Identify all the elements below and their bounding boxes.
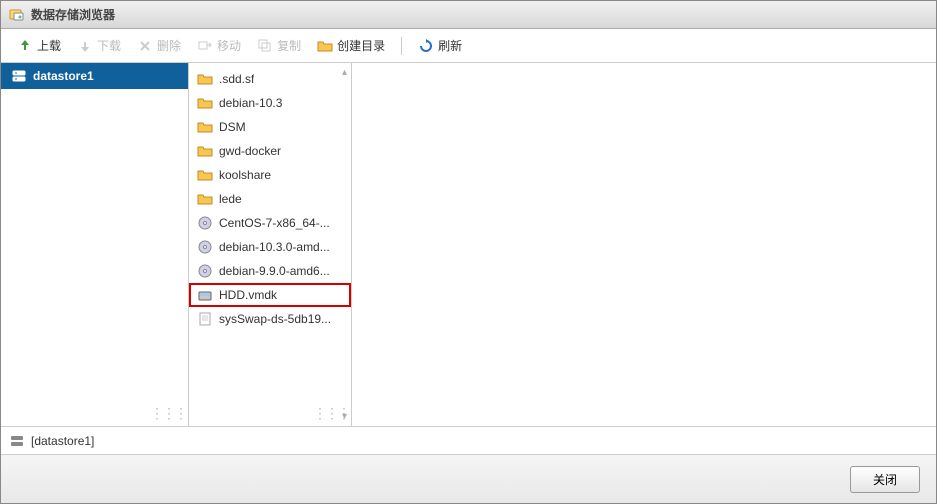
folder-icon	[197, 167, 213, 183]
move-label: 移动	[217, 37, 241, 54]
datastore-name: datastore1	[33, 69, 94, 83]
drag-handle-icon[interactable]: ⋮⋮⋮	[313, 405, 349, 422]
iso-icon	[197, 215, 213, 231]
file-name: HDD.vmdk	[219, 288, 277, 302]
titlebar: 数据存储浏览器	[1, 1, 936, 29]
download-button: 下载	[71, 34, 127, 57]
file-item[interactable]: debian-10.3	[189, 91, 351, 115]
file-name: gwd-docker	[219, 144, 281, 158]
folder-icon	[197, 119, 213, 135]
close-button[interactable]: 关闭	[850, 466, 920, 493]
copy-icon	[257, 38, 273, 54]
folder-icon	[197, 143, 213, 159]
drag-handle-icon[interactable]: ⋮⋮⋮	[150, 405, 186, 422]
disk-icon	[197, 287, 213, 303]
file-name: sysSwap-ds-5db19...	[219, 312, 331, 326]
delete-button: 删除	[131, 34, 187, 57]
file-item[interactable]: CentOS-7-x86_64-...	[189, 211, 351, 235]
window-title: 数据存储浏览器	[31, 6, 115, 23]
file-item[interactable]: sysSwap-ds-5db19...	[189, 307, 351, 331]
folder-add-icon	[317, 38, 333, 54]
copy-label: 复制	[277, 37, 301, 54]
file-name: debian-9.9.0-amd6...	[219, 264, 330, 278]
folder-icon	[197, 191, 213, 207]
footer: 关闭	[1, 455, 936, 503]
delete-icon	[137, 38, 153, 54]
toolbar: 上载 下载 删除 移动 复制 创建目录 刷新	[1, 29, 936, 63]
download-label: 下载	[97, 37, 121, 54]
datastore-icon	[9, 433, 25, 449]
move-button: 移动	[191, 34, 247, 57]
file-name: debian-10.3	[219, 96, 282, 110]
file-icon	[197, 311, 213, 327]
refresh-button[interactable]: 刷新	[412, 34, 468, 57]
delete-label: 删除	[157, 37, 181, 54]
upload-icon	[17, 38, 33, 54]
refresh-icon	[418, 38, 434, 54]
main-area: datastore1 ⋮⋮⋮ ▴ .sdd.sf debian-10.3 DSM gw…	[1, 63, 936, 427]
file-item[interactable]: DSM	[189, 115, 351, 139]
detail-pane	[352, 63, 936, 426]
breadcrumb: [datastore1]	[1, 427, 936, 455]
file-name: debian-10.3.0-amd...	[219, 240, 330, 254]
iso-icon	[197, 239, 213, 255]
datastore-icon	[11, 68, 27, 84]
folder-icon	[197, 95, 213, 111]
datastore-item[interactable]: datastore1	[1, 63, 188, 89]
file-item[interactable]: debian-10.3.0-amd...	[189, 235, 351, 259]
file-name: koolshare	[219, 168, 271, 182]
file-list-pane: ▴ .sdd.sf debian-10.3 DSM gwd-docker koolsha…	[189, 63, 352, 426]
create-directory-button[interactable]: 创建目录	[311, 34, 391, 57]
move-icon	[197, 38, 213, 54]
file-item[interactable]: .sdd.sf	[189, 67, 351, 91]
breadcrumb-path: [datastore1]	[31, 434, 94, 448]
file-name: .sdd.sf	[219, 72, 254, 86]
iso-icon	[197, 263, 213, 279]
file-name: DSM	[219, 120, 246, 134]
create-dir-label: 创建目录	[337, 37, 385, 54]
scroll-up-icon[interactable]: ▴	[342, 67, 347, 78]
download-icon	[77, 38, 93, 54]
upload-label: 上载	[37, 37, 61, 54]
file-item[interactable]: koolshare	[189, 163, 351, 187]
file-item[interactable]: gwd-docker	[189, 139, 351, 163]
file-item[interactable]: HDD.vmdk	[189, 283, 351, 307]
refresh-label: 刷新	[438, 37, 462, 54]
file-name: CentOS-7-x86_64-...	[219, 216, 330, 230]
file-item[interactable]: debian-9.9.0-amd6...	[189, 259, 351, 283]
toolbar-separator	[401, 37, 402, 55]
file-list: .sdd.sf debian-10.3 DSM gwd-docker koolshare…	[189, 63, 351, 426]
file-item[interactable]: lede	[189, 187, 351, 211]
datastore-browser-icon	[9, 7, 25, 23]
upload-button[interactable]: 上载	[11, 34, 67, 57]
file-name: lede	[219, 192, 242, 206]
datastore-pane: datastore1 ⋮⋮⋮	[1, 63, 189, 426]
folder-icon	[197, 71, 213, 87]
copy-button: 复制	[251, 34, 307, 57]
